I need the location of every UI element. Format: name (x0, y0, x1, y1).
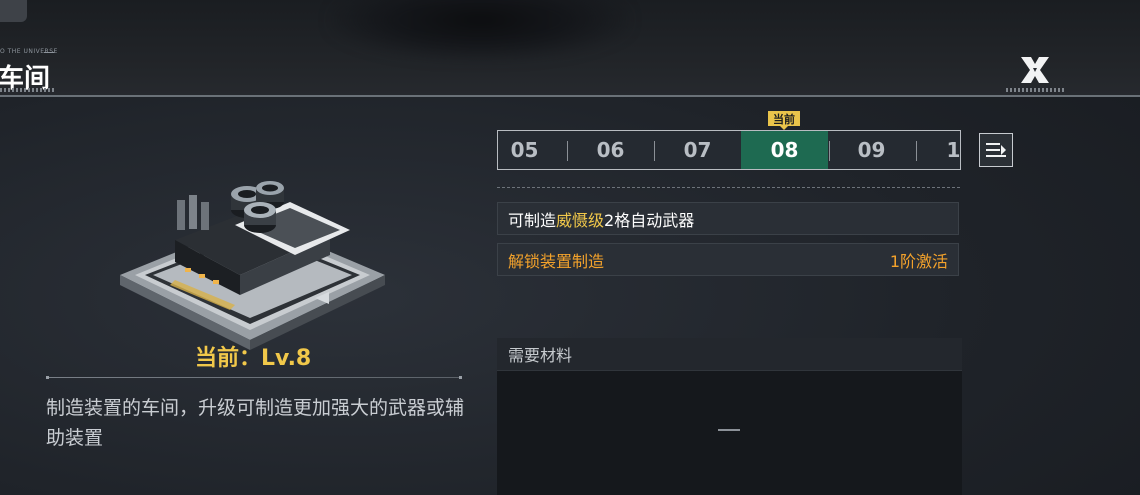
unlock-device-label: 解锁装置制造 (508, 251, 605, 271)
corner-chip[interactable] (0, 0, 27, 22)
current-level-label: 当前：Lv.8 (195, 346, 312, 371)
unlock-weapon-suffix: 2格自动武器 (604, 210, 695, 230)
list-icon (986, 143, 1006, 157)
level-tab[interactable]: 1 (910, 131, 960, 169)
close-icon (1021, 57, 1049, 83)
level-selector[interactable]: 05 06 07 08 09 1 (497, 130, 961, 170)
materials-panel: 需要材料 (497, 338, 962, 495)
level-tab[interactable]: 07 (654, 131, 741, 169)
workshop-building-image (120, 181, 385, 350)
description-divider (46, 376, 462, 379)
unlock-row-device: 解锁装置制造 1阶激活 (497, 243, 959, 276)
unlock-weapon-class: 威慑级 (556, 210, 605, 230)
building-description: 制造装置的车间，升级可制造更加强大的武器或辅助装置 (46, 397, 465, 449)
level-tab-active[interactable]: 08 (741, 131, 828, 169)
materials-title: 需要材料 (497, 338, 962, 371)
close-button[interactable] (1012, 53, 1058, 87)
header-tag-line (44, 52, 54, 53)
unlock-device-value: 1阶激活 (889, 251, 948, 271)
level-tab[interactable]: 05 (498, 131, 568, 169)
unlock-weapon-prefix: 可制造 (508, 210, 557, 230)
header-divider (0, 95, 1140, 97)
title-underline (0, 88, 55, 92)
top-shadow (330, 0, 630, 60)
materials-empty-indicator (718, 429, 740, 431)
close-underline (1006, 88, 1064, 92)
unlock-row-weapon: 可制造 威慑级 2格自动武器 (497, 202, 959, 235)
selector-divider (497, 187, 961, 188)
current-level-tag: 当前 (768, 111, 800, 130)
level-tab[interactable]: 09 (828, 131, 915, 169)
level-list-button[interactable] (979, 133, 1013, 167)
level-tab[interactable]: 06 (567, 131, 654, 169)
